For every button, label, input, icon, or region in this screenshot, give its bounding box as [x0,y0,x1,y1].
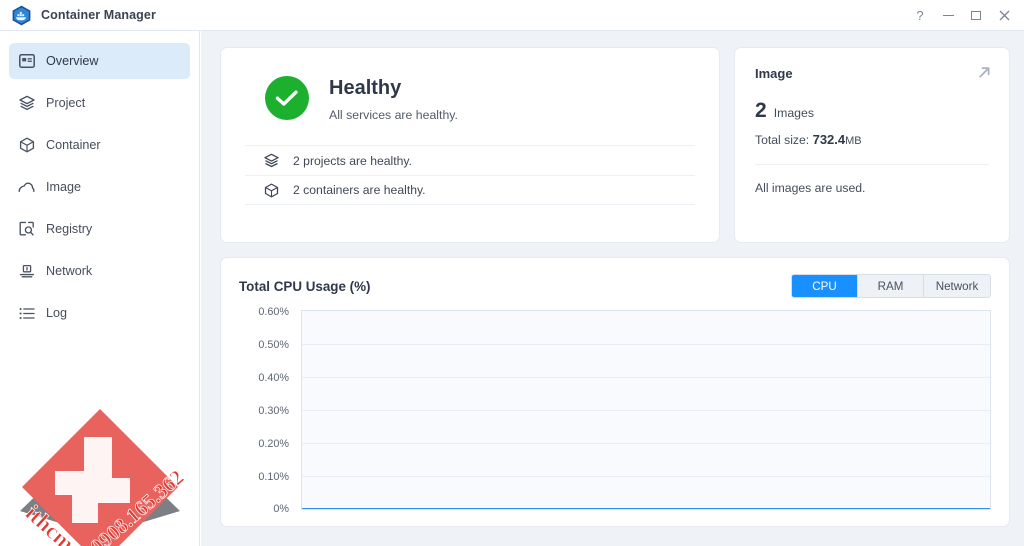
tab-cpu[interactable]: CPU [792,275,858,297]
image-card-title: Image [755,66,793,81]
list-item: 2 projects are healthy. [245,145,695,175]
cube-icon [18,137,35,154]
tab-network[interactable]: Network [924,275,990,297]
container-manager-icon [12,5,31,26]
svg-text:0908.165.362: 0908.165.362 [86,465,189,546]
divider [755,164,989,165]
y-tick-label: 0.10% [258,471,289,483]
image-size-label: Total size: [755,133,810,147]
image-usage-note: All images are used. [755,181,866,195]
window-controls: ? [906,0,1018,31]
sidebar-item-label: Project [46,96,86,110]
top-cards-row: Healthy All services are healthy. 2 proj… [220,47,1010,243]
tab-ram[interactable]: RAM [858,275,924,297]
image-summary-card: Image 2 Images Total size: 732.4MB All i… [734,47,1010,243]
metric-toggle-group: CPU RAM Network [791,274,991,298]
sidebar-item-overview[interactable]: Overview [9,43,190,79]
external-link-icon[interactable] [977,65,992,85]
health-subtitle: All services are healthy. [329,108,458,122]
overview-icon [18,53,35,70]
health-status-card: Healthy All services are healthy. 2 proj… [220,47,720,243]
sidebar-nav: Overview Project Container Image Registr… [0,31,199,331]
image-total-size: Total size: 732.4MB [755,132,989,147]
sidebar-item-image[interactable]: Image [9,169,190,205]
image-size-value: 732.4 [812,132,846,147]
sidebar-item-label: Overview [46,54,99,68]
sidebar-item-container[interactable]: Container [9,127,190,163]
layers-icon [263,153,279,169]
list-item: 2 containers are healthy. [245,175,695,205]
main-content: Healthy All services are healthy. 2 proj… [201,31,1024,546]
health-text-block: Healthy All services are healthy. [329,76,458,122]
y-tick-label: 0.20% [258,438,289,450]
health-header: Healthy All services are healthy. [245,70,695,122]
cube-icon [263,182,279,198]
sidebar-item-project[interactable]: Project [9,85,190,121]
minimize-button[interactable] [934,0,962,31]
y-tick-label: 0% [273,503,289,515]
sidebar-item-label: Registry [46,222,93,236]
cloud-icon [18,179,35,196]
y-tick-label: 0.30% [258,405,289,417]
list-item-label: 2 containers are healthy. [293,183,426,197]
close-button[interactable] [990,0,1018,31]
sidebar-item-registry[interactable]: Registry [9,211,190,247]
help-glyph: ? [916,8,924,23]
help-button[interactable]: ? [906,0,934,31]
y-tick-label: 0.40% [258,372,289,384]
container-manager-window: Container Manager ? Overview Project Con… [0,0,1024,546]
sidebar-item-label: Network [46,264,93,278]
chart-header: Total CPU Usage (%) CPU RAM Network [239,274,991,298]
sidebar-item-label: Container [46,138,101,152]
sidebar-item-network[interactable]: Network [9,253,190,289]
layers-icon [18,95,35,112]
cpu-usage-series [302,508,990,509]
maximize-button[interactable] [962,0,990,31]
sidebar-item-label: Image [46,180,82,194]
close-icon [999,10,1009,21]
network-icon [18,263,35,280]
minimize-icon [942,15,954,16]
watermark-logo: ithcm.vn 0908.165.362 LÊ NGUYỄN [8,403,193,546]
window-title: Container Manager [41,8,156,22]
sidebar-item-label: Log [46,306,68,320]
check-circle-icon [265,76,309,120]
list-item-label: 2 projects are healthy. [293,153,413,168]
maximize-icon [971,11,981,20]
image-count-value: 2 [755,99,767,122]
sidebar-item-log[interactable]: Log [9,295,190,331]
image-count-row: 2 Images [755,99,989,123]
chart-plot-area[interactable] [301,310,991,510]
chart-plot-wrapper: 0.60% 0.50% 0.40% 0.30% 0.20% 0.10% 0% [239,306,991,515]
health-title: Healthy [329,77,402,99]
chart-title: Total CPU Usage (%) [239,278,371,294]
registry-search-icon [18,221,35,238]
svg-text:ithcm.vn: ithcm.vn [21,500,102,546]
y-axis-labels: 0.60% 0.50% 0.40% 0.30% 0.20% 0.10% 0% [239,306,295,515]
image-count-label: Images [773,106,815,120]
title-bar: Container Manager ? [0,0,1024,31]
list-icon [18,305,35,322]
y-tick-label: 0.60% [258,306,289,318]
sidebar: Overview Project Container Image Registr… [0,31,200,546]
image-size-unit: MB [845,135,862,147]
y-tick-label: 0.50% [258,339,289,351]
cpu-usage-chart-card: Total CPU Usage (%) CPU RAM Network 0.60… [220,257,1010,527]
health-detail-rows: 2 projects are healthy. 2 containers are… [245,145,695,205]
